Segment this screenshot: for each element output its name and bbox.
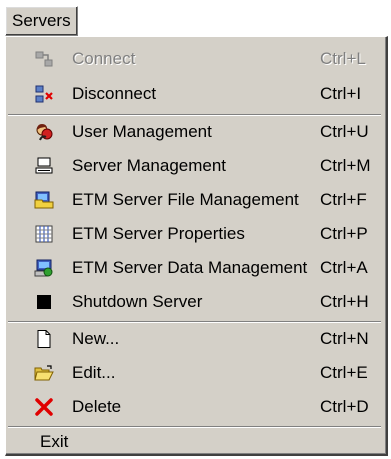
menu-item-file-management[interactable]: ETM Server File Management Ctrl+F <box>6 183 383 217</box>
user-management-icon <box>34 122 54 142</box>
file-management-icon <box>34 190 54 210</box>
menu-item-server-management[interactable]: Server Management Ctrl+M <box>6 149 383 183</box>
menu-item-shortcut: Ctrl+E <box>320 363 368 382</box>
menu-item-shortcut: Ctrl+M <box>320 156 371 175</box>
menu-item-shortcut: Ctrl+U <box>320 122 369 141</box>
menu-item-data-management[interactable]: ETM Server Data Management Ctrl+A <box>6 251 383 285</box>
server-management-icon <box>34 156 54 176</box>
menu-item-shortcut: Ctrl+H <box>320 292 369 311</box>
menu-item-shortcut: Ctrl+A <box>320 258 368 277</box>
data-management-icon <box>34 258 54 278</box>
menu-item-new[interactable]: New... Ctrl+N <box>6 322 383 356</box>
menu-item-label: Shutdown Server <box>72 292 203 311</box>
menu-item-label: New... <box>72 329 120 348</box>
menu-item-shortcut: Ctrl+I <box>320 84 362 103</box>
menu-item-exit[interactable]: Exit <box>6 425 383 459</box>
menubar: Servers <box>0 0 391 36</box>
menu-item-label: ETM Server Data Management <box>72 258 308 277</box>
servers-dropdown-menu: Connect Ctrl+L Disconnect Ctrl+I User Ma… <box>5 36 388 456</box>
menu-item-label: Delete <box>72 397 122 416</box>
open-folder-icon <box>34 363 54 383</box>
delete-icon <box>34 397 54 417</box>
menu-item-label: User Management <box>72 122 212 141</box>
connect-icon <box>34 49 54 69</box>
properties-icon <box>34 224 54 244</box>
menu-item-edit[interactable]: Edit... Ctrl+E <box>6 356 383 390</box>
menu-item-shutdown-server[interactable]: Shutdown Server Ctrl+H <box>6 285 383 319</box>
menu-item-user-management[interactable]: User Management Ctrl+U <box>6 115 383 149</box>
menu-item-label: Exit <box>40 432 69 451</box>
menu-item-label: Disconnect <box>72 84 157 103</box>
menu-item-label: ETM Server File Management <box>72 190 299 209</box>
new-document-icon <box>34 329 54 349</box>
menu-item-shortcut: Ctrl+F <box>320 190 367 209</box>
menu-item-label: Edit... <box>72 363 116 382</box>
menu-item-shortcut: Ctrl+D <box>320 397 369 416</box>
menu-item-shortcut: Ctrl+P <box>320 224 368 243</box>
servers-menu-title[interactable]: Servers <box>5 6 78 36</box>
menu-item-properties[interactable]: ETM Server Properties Ctrl+P <box>6 217 383 251</box>
menu-item-label: Server Management <box>72 156 227 175</box>
disconnect-icon <box>34 84 54 104</box>
menu-item-connect: Connect Ctrl+L <box>6 42 383 76</box>
menu-item-disconnect[interactable]: Disconnect Ctrl+I <box>6 77 383 111</box>
menu-item-shortcut: Ctrl+N <box>320 329 369 348</box>
shutdown-icon <box>34 292 54 312</box>
menu-item-label: ETM Server Properties <box>72 224 245 243</box>
menu-item-label: Connect <box>72 49 136 68</box>
menu-item-shortcut: Ctrl+L <box>320 49 366 68</box>
menu-item-delete[interactable]: Delete Ctrl+D <box>6 390 383 424</box>
